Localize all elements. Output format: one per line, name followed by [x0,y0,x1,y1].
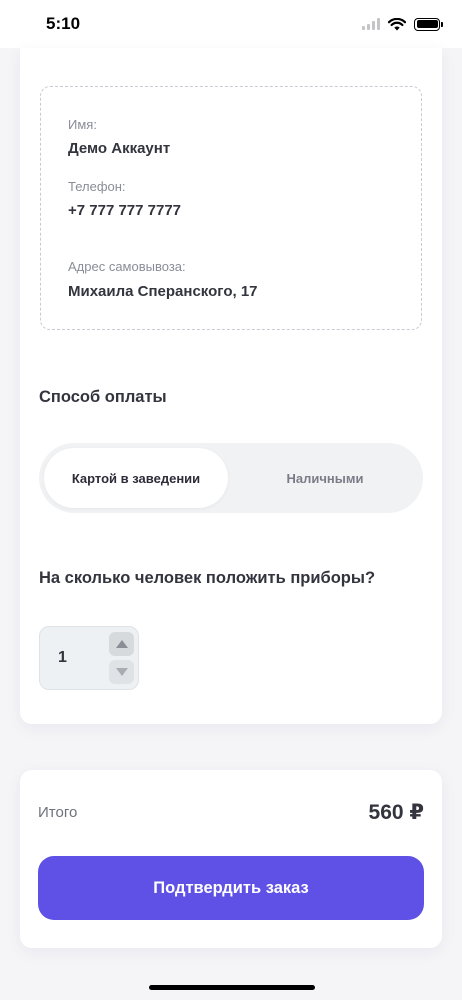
cutlery-quantity-value[interactable]: 1 [58,649,67,667]
payment-method-title: Способ оплаты [39,388,167,406]
name-value: Демо Аккаунт [68,140,171,157]
wifi-icon [388,17,406,30]
phone-value: +7 777 777 7777 [68,202,182,219]
decrement-button[interactable] [109,660,134,684]
status-time: 5:10 [46,14,81,33]
address-value: Михаила Сперанского, 17 [68,283,258,300]
address-label: Адрес самовывоза: [68,259,186,274]
status-bar: 5:10 [0,0,462,48]
name-label: Имя: [68,117,97,132]
confirm-order-button[interactable]: Подтвердить заказ [38,856,424,920]
home-indicator [149,985,315,990]
contact-info-box: Имя: Демо Аккаунт Телефон: +7 777 777 77… [40,86,422,330]
payment-option-card[interactable]: Картой в заведении [44,448,228,508]
increment-button[interactable] [109,632,134,656]
payment-option-cash[interactable]: Наличными [231,448,419,508]
payment-method-toggle: Картой в заведении Наличными [39,443,423,513]
signal-icon [362,18,380,30]
cutlery-quantity-stepper: 1 [39,626,139,690]
order-details-card: Имя: Демо Аккаунт Телефон: +7 777 777 77… [20,48,442,724]
arrow-down-icon [115,668,128,676]
total-value: 560 ₽ [368,801,424,824]
total-label: Итого [38,804,78,821]
order-summary-card: Итого 560 ₽ Подтвердить заказ [20,770,442,948]
cutlery-title: На сколько человек положить приборы? [39,569,376,587]
status-icons [362,17,443,31]
phone-label: Телефон: [68,179,126,194]
arrow-up-icon [115,640,128,648]
battery-icon [414,17,443,31]
